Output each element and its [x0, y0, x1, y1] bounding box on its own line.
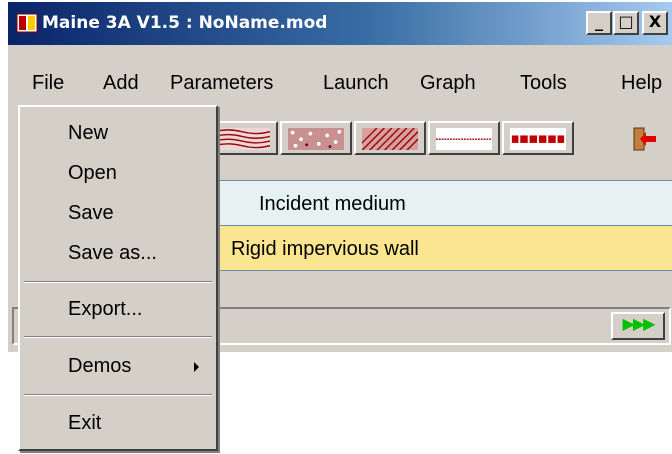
menu-add[interactable]: Add: [103, 72, 139, 95]
menu-separator: [24, 394, 212, 396]
menu-item-new[interactable]: New: [68, 122, 108, 145]
menu-launch[interactable]: Launch: [323, 72, 389, 95]
menu-tools[interactable]: Tools: [520, 72, 567, 95]
menu-item-save-as[interactable]: Save as...: [68, 242, 157, 265]
minimize-button[interactable]: _: [586, 11, 612, 35]
file-menu-dropdown: New Open Save Save as... Export... Demos…: [18, 105, 218, 451]
menu-item-exit[interactable]: Exit: [68, 412, 101, 435]
rigid-wall-layer[interactable]: Rigid impervious wall: [218, 225, 672, 271]
menu-separator: [24, 281, 212, 283]
submenu-arrow-icon: [194, 362, 199, 372]
menu-separator: [24, 336, 212, 338]
incident-medium-layer[interactable]: Incident medium: [218, 180, 672, 226]
window-title: Maine 3A V1.5 : NoName.mod: [42, 13, 328, 33]
menu-parameters[interactable]: Parameters: [170, 72, 273, 95]
incident-medium-label: Incident medium: [259, 193, 406, 215]
app-icon: [16, 13, 38, 33]
porous-layer-icon[interactable]: [280, 121, 352, 155]
menu-bar: File Add Parameters Launch Graph Tools H…: [8, 48, 672, 106]
title-bar[interactable]: Maine 3A V1.5 : NoName.mod _ □ X: [8, 2, 672, 45]
menu-file[interactable]: File: [32, 72, 64, 95]
menu-help[interactable]: Help: [621, 72, 662, 95]
menu-item-open[interactable]: Open: [68, 162, 117, 185]
perforated-layer-icon[interactable]: [502, 121, 574, 155]
rigid-wall-label: Rigid impervious wall: [231, 238, 419, 260]
close-button[interactable]: X: [642, 11, 668, 35]
menu-item-demos[interactable]: Demos: [68, 355, 131, 378]
hatched-layer-icon[interactable]: [354, 121, 426, 155]
menu-item-save[interactable]: Save: [68, 202, 114, 225]
menu-graph[interactable]: Graph: [420, 72, 476, 95]
maximize-button[interactable]: □: [613, 11, 639, 35]
thin-plate-layer-icon[interactable]: [428, 121, 500, 155]
menu-item-export[interactable]: Export...: [68, 298, 142, 321]
run-button[interactable]: ▶▶▶: [611, 312, 665, 340]
exit-door-icon[interactable]: [632, 126, 660, 152]
